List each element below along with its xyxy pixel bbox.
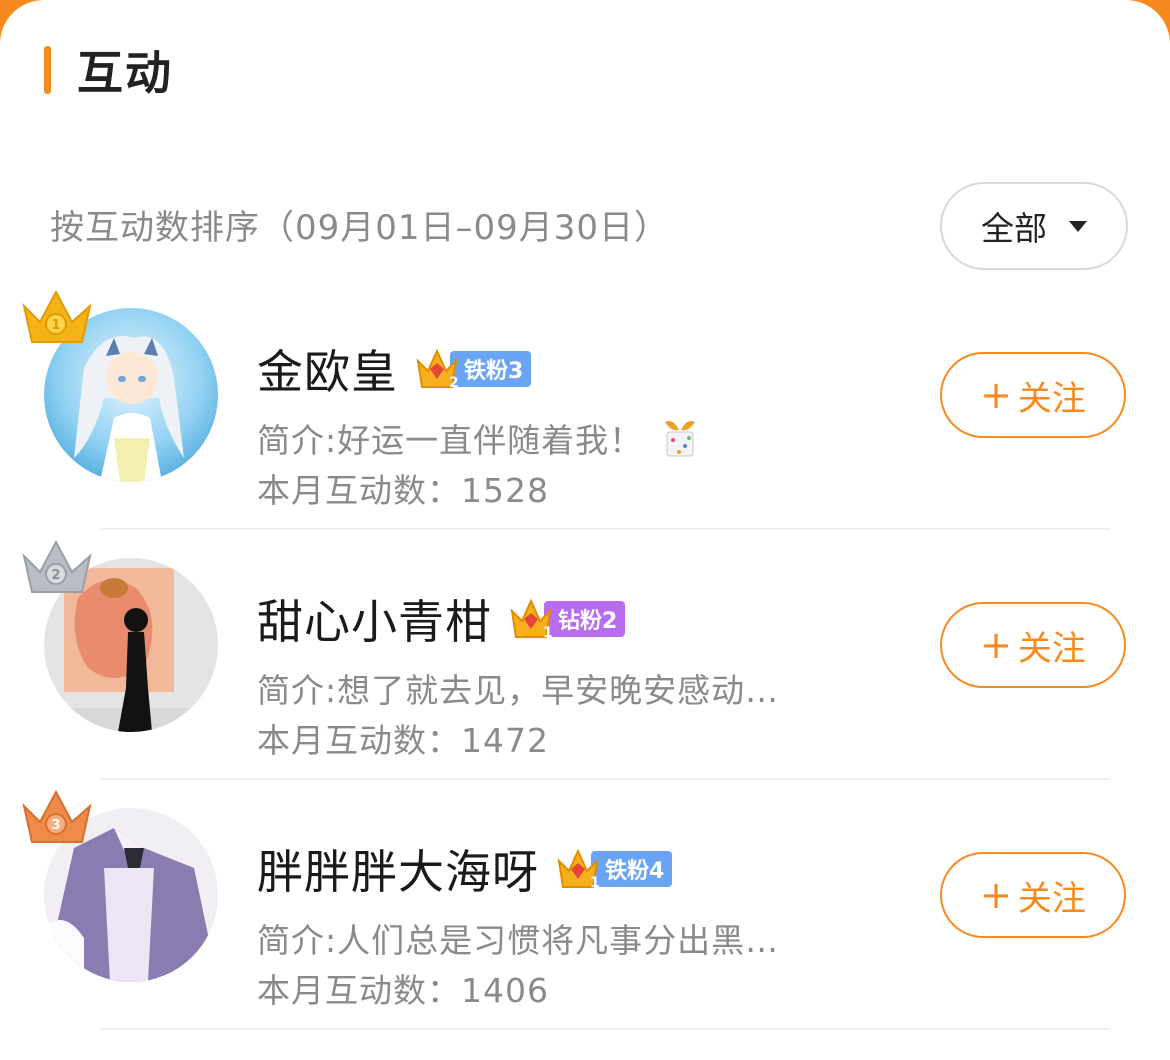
svg-text:1: 1 bbox=[543, 625, 553, 641]
intro-text: 简介:人们总是习惯将凡事分出黑… bbox=[257, 921, 780, 960]
rank-number: 1 bbox=[51, 318, 60, 333]
filter-label: 全部 bbox=[981, 209, 1047, 248]
fan-badge-label: 铁粉3 bbox=[450, 351, 532, 387]
user-name[interactable]: 金欧皇 bbox=[257, 336, 398, 402]
fan-level-crown-icon: 1 bbox=[557, 848, 600, 891]
silver-crown-icon: 2 bbox=[22, 539, 92, 593]
follow-label: 关注 bbox=[1017, 878, 1086, 919]
intro-text: 简介:想了就去见，早安晚安感动… bbox=[257, 671, 780, 710]
interaction-count: 本月互动数：1406 bbox=[257, 971, 549, 1010]
user-row-1[interactable]: 1 金欧皇 2 铁粉3 简介:好运一直伴随着我！ 本月互动数：1528 + 关注 bbox=[0, 280, 1170, 530]
svg-text:2: 2 bbox=[449, 375, 459, 391]
user-name[interactable]: 甜心小青柑 bbox=[257, 586, 492, 652]
fan-level-crown-icon: 1 bbox=[510, 598, 553, 641]
intro-text: 简介:好运一直伴随着我！ bbox=[257, 421, 644, 460]
sort-description: 按互动数排序（09月01日–09月30日） bbox=[50, 208, 670, 248]
plus-icon: + bbox=[980, 873, 1012, 917]
gift-emoji-icon bbox=[665, 421, 696, 457]
interaction-count: 本月互动数：1528 bbox=[257, 471, 549, 510]
interaction-count: 本月互动数：1472 bbox=[257, 721, 549, 760]
user-row-3[interactable]: 3 胖胖胖大海呀 1 铁粉4 简介:人们总是习惯将凡事分出黑… 本月互动数：14… bbox=[0, 780, 1170, 1030]
user-intro: 简介:想了就去见，早安晚安感动… bbox=[257, 664, 779, 712]
fan-badge-label: 钻粉2 bbox=[544, 601, 626, 637]
follow-button[interactable]: + 关注 bbox=[940, 852, 1126, 938]
caret-down-icon bbox=[1069, 220, 1087, 232]
section-title: 互动 bbox=[77, 46, 173, 100]
plus-icon: + bbox=[980, 373, 1012, 417]
user-name[interactable]: 胖胖胖大海呀 bbox=[257, 836, 539, 902]
follow-label: 关注 bbox=[1017, 378, 1086, 419]
filter-dropdown[interactable]: 全部 bbox=[940, 182, 1128, 270]
section-header: 互动 bbox=[44, 44, 173, 100]
name-line: 甜心小青柑 1 钻粉2 bbox=[257, 586, 626, 652]
rank-number: 3 bbox=[51, 818, 60, 833]
fan-badge-label: 铁粉4 bbox=[591, 851, 673, 887]
fan-badge: 1 铁粉4 bbox=[555, 846, 673, 892]
name-line: 胖胖胖大海呀 1 铁粉4 bbox=[257, 836, 673, 902]
follow-button[interactable]: + 关注 bbox=[940, 352, 1126, 438]
section-accent-bar bbox=[44, 46, 51, 94]
fan-badge: 2 铁粉3 bbox=[414, 346, 532, 392]
bronze-crown-icon: 3 bbox=[22, 789, 92, 843]
plus-icon: + bbox=[980, 623, 1012, 667]
rank-number: 2 bbox=[51, 568, 60, 583]
user-intro: 简介:人们总是习惯将凡事分出黑… bbox=[257, 914, 779, 962]
follow-label: 关注 bbox=[1017, 628, 1086, 669]
fan-level-crown-icon: 2 bbox=[416, 348, 459, 391]
row-divider bbox=[100, 1028, 1110, 1030]
fan-badge: 1 钻粉2 bbox=[508, 596, 626, 642]
interaction-card: 互动 按互动数排序（09月01日–09月30日） 全部 1 金欧皇 2 铁粉3 … bbox=[0, 0, 1170, 1060]
gold-crown-icon: 1 bbox=[22, 289, 92, 343]
user-row-2[interactable]: 2 甜心小青柑 1 钻粉2 简介:想了就去见，早安晚安感动… 本月互动数：147… bbox=[0, 530, 1170, 780]
follow-button[interactable]: + 关注 bbox=[940, 602, 1126, 688]
svg-text:1: 1 bbox=[590, 875, 600, 891]
name-line: 金欧皇 2 铁粉3 bbox=[257, 336, 532, 402]
user-intro: 简介:好运一直伴随着我！ bbox=[257, 414, 703, 462]
